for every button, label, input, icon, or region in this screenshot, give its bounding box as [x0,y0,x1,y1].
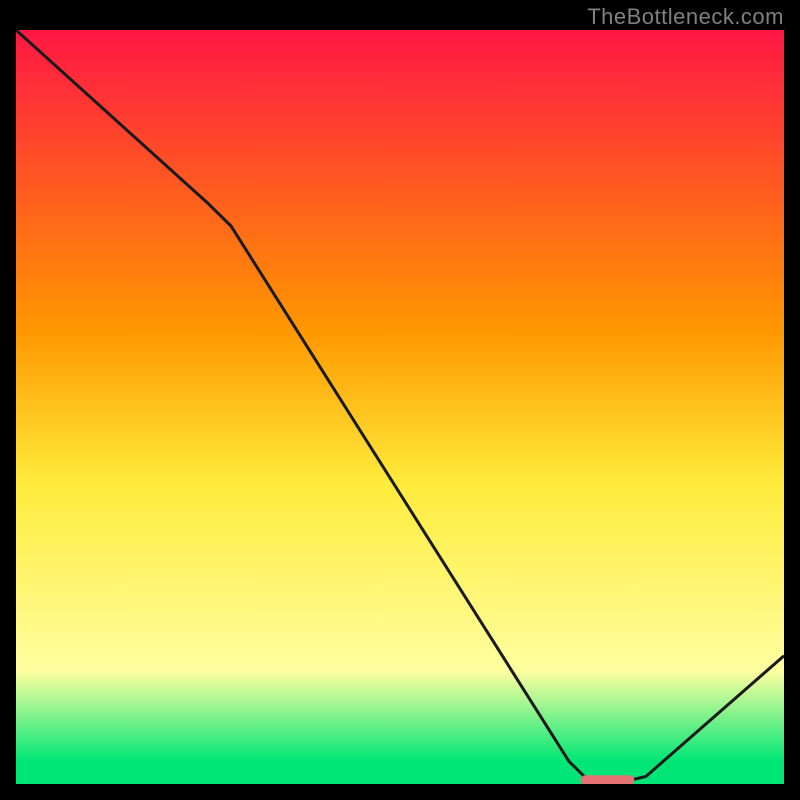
gradient-background [16,30,784,784]
marker-pill [581,775,635,784]
chart-container [16,30,784,784]
watermark-text: TheBottleneck.com [587,4,784,30]
chart-svg [16,30,784,784]
